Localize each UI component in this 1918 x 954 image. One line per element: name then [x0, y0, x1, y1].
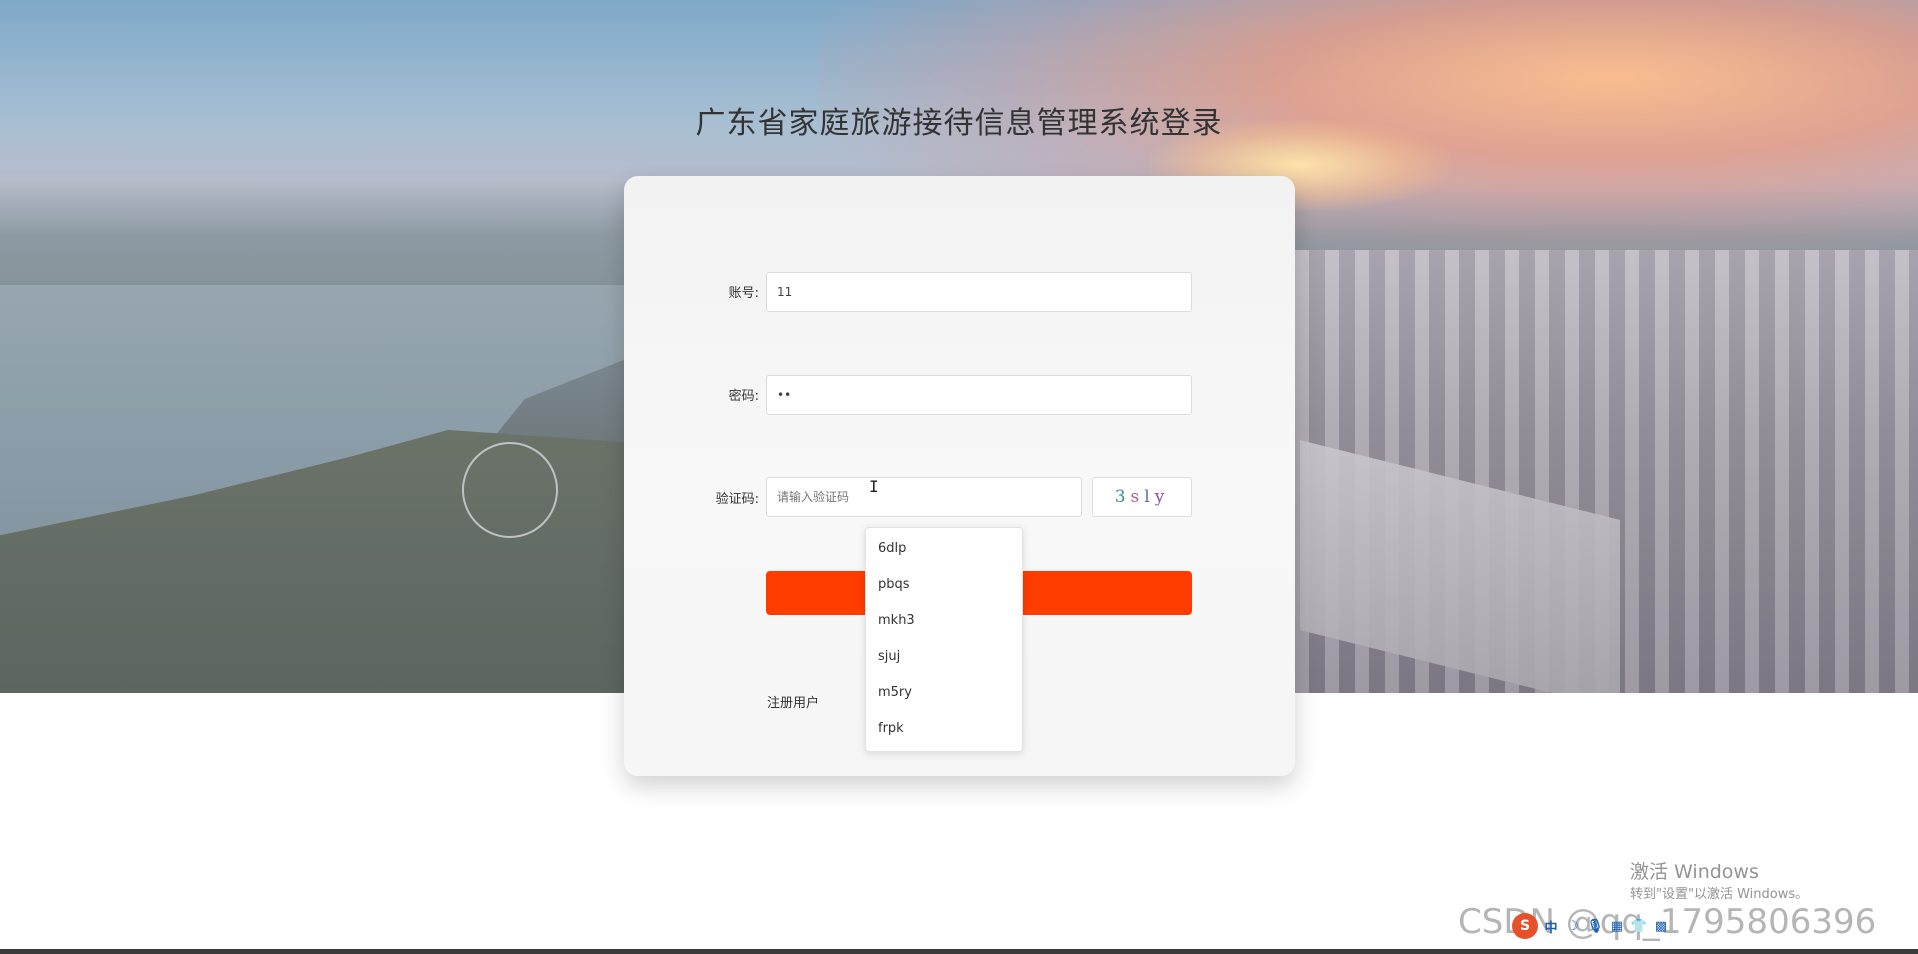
skin-icon[interactable]: 👕	[1630, 917, 1648, 935]
captcha-input[interactable]	[766, 477, 1082, 517]
autocomplete-item[interactable]: pbqs	[878, 577, 910, 592]
keyboard-icon[interactable]: ▦	[1608, 917, 1626, 935]
autocomplete-item[interactable]: sjuj	[878, 649, 900, 664]
autocomplete-item[interactable]: mkh3	[878, 613, 915, 628]
windows-activate-title: 激活 Windows	[1630, 861, 1759, 883]
autocomplete-dropdown: 6dlp pbqs mkh3 sjuj m5ry frpk	[865, 527, 1023, 752]
captcha-char: 3	[1114, 487, 1131, 507]
ime-toolbar[interactable]: S 中 ☽ 🎙 ▦ 👕 ▩	[1512, 912, 1692, 940]
autocomplete-item[interactable]: m5ry	[878, 685, 912, 700]
captcha-label: 验证码:	[715, 492, 759, 507]
text-cursor-icon: I	[869, 477, 879, 496]
windows-activate-subtitle: 转到"设置"以激活 Windows。	[1630, 887, 1809, 902]
account-label: 账号:	[728, 286, 759, 301]
register-link[interactable]: 注册用户	[767, 692, 819, 711]
toolbox-icon[interactable]: ▩	[1652, 917, 1670, 935]
sogou-ime-icon[interactable]: S	[1512, 913, 1538, 939]
autocomplete-item[interactable]: frpk	[878, 721, 904, 736]
captcha-char: y	[1154, 487, 1170, 507]
captcha-char: l	[1144, 487, 1155, 507]
ferris-wheel	[462, 442, 558, 538]
password-input[interactable]: ••	[766, 375, 1192, 415]
chinese-mode-icon[interactable]: 中	[1542, 917, 1560, 936]
autocomplete-item[interactable]: 6dlp	[878, 541, 906, 556]
password-label: 密码:	[728, 389, 759, 404]
account-input[interactable]	[766, 272, 1192, 312]
microphone-icon[interactable]: 🎙	[1586, 917, 1604, 935]
taskbar-edge	[0, 949, 1918, 954]
moon-punctuation-icon[interactable]: ☽	[1564, 917, 1582, 935]
page-title: 广东省家庭旅游接待信息管理系统登录	[695, 106, 1223, 141]
captcha-image[interactable]: 3sly	[1092, 477, 1192, 517]
captcha-char: s	[1130, 487, 1145, 507]
